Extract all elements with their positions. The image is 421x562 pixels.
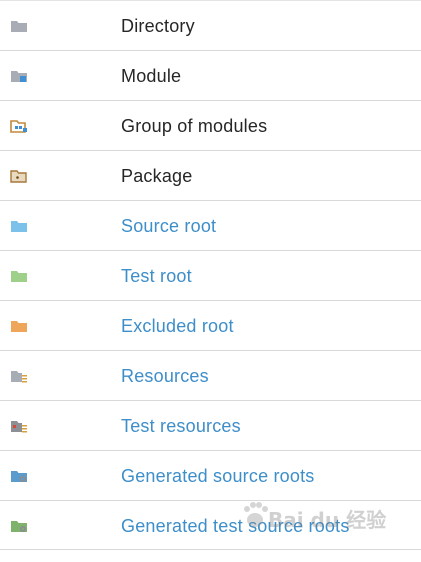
list-item-module: Module [0, 50, 421, 100]
list-item-label: Source root [121, 216, 217, 236]
list-item-package: Package [0, 150, 421, 200]
test-resources-folder-icon [10, 418, 28, 434]
package-folder-icon [10, 168, 28, 184]
list-item-label: Package [121, 166, 193, 186]
list-item-test-resources: Test resources [0, 400, 421, 450]
list-item-group-of-modules: Group of modules [0, 100, 421, 150]
list-item-generated-source-roots: Generated source roots [0, 450, 421, 500]
generated-test-source-roots-icon [10, 518, 28, 534]
list-item-label: Test resources [121, 416, 241, 436]
list-item-generated-test-source-roots: Generated test source roots [0, 500, 421, 550]
list-item-source-root: Source root [0, 200, 421, 250]
folder-type-list: Directory Module Group of modules Packag… [0, 0, 421, 550]
list-item-label: Group of modules [121, 116, 268, 136]
list-item-resources: Resources [0, 350, 421, 400]
list-item-label: Generated test source roots [121, 516, 350, 536]
list-item-test-root: Test root [0, 250, 421, 300]
list-item-label: Directory [121, 16, 195, 36]
test-root-folder-icon [10, 268, 28, 284]
group-of-modules-icon [10, 118, 28, 134]
excluded-root-folder-icon [10, 318, 28, 334]
module-folder-icon [10, 68, 28, 84]
list-item-excluded-root: Excluded root [0, 300, 421, 350]
directory-folder-icon [10, 18, 28, 34]
list-item-directory: Directory [0, 0, 421, 50]
list-item-label: Resources [121, 366, 209, 386]
source-root-folder-icon [10, 218, 28, 234]
resources-folder-icon [10, 368, 28, 384]
list-item-label: Generated source roots [121, 466, 315, 486]
list-item-label: Module [121, 66, 182, 86]
list-item-label: Test root [121, 266, 192, 286]
list-item-label: Excluded root [121, 316, 234, 336]
generated-source-roots-icon [10, 468, 28, 484]
